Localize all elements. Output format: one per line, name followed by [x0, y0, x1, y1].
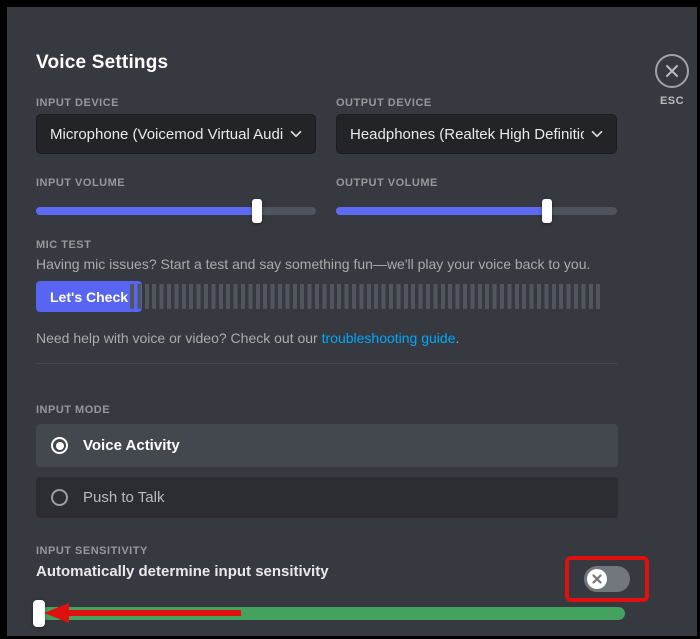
help-text-before: Need help with voice or video? Check out… — [36, 330, 322, 346]
close-button[interactable] — [655, 54, 689, 88]
output-volume-label: OUTPUT VOLUME — [336, 177, 438, 189]
annotation-highlight-rect — [565, 556, 649, 602]
radio-selected-icon — [51, 437, 68, 454]
input-mode-option-push-to-talk[interactable]: Push to Talk — [36, 477, 618, 518]
input-device-select[interactable]: Microphone (Voicemod Virtual Audio | — [36, 114, 316, 154]
slider-fill — [336, 207, 547, 215]
toggle-x-icon — [592, 574, 602, 584]
help-text: Need help with voice or video? Check out… — [36, 330, 459, 346]
auto-sensitivity-label: Automatically determine input sensitivit… — [36, 563, 329, 580]
input-device-value: Microphone (Voicemod Virtual Audio | — [50, 126, 283, 143]
section-divider — [36, 363, 618, 364]
radio-unselected-icon — [51, 489, 68, 506]
mic-test-label: MIC TEST — [36, 239, 91, 251]
mode-option-label: Voice Activity — [83, 437, 180, 454]
output-device-value: Headphones (Realtek High Definition / — [350, 126, 584, 143]
input-mode-label: INPUT MODE — [36, 404, 110, 416]
input-volume-label: INPUT VOLUME — [36, 177, 125, 189]
close-icon — [665, 64, 679, 78]
mic-test-description: Having mic issues? Start a test and say … — [36, 256, 590, 272]
help-text-after: . — [456, 330, 460, 346]
input-mode-option-voice-activity[interactable]: Voice Activity — [36, 424, 618, 467]
slider-fill — [36, 207, 257, 215]
chevron-down-icon — [287, 125, 305, 143]
output-device-select[interactable]: Headphones (Realtek High Definition / — [336, 114, 617, 154]
input-volume-slider[interactable] — [36, 207, 316, 215]
voice-settings-panel: Voice Settings ESC INPUT DEVICE OUTPUT D… — [7, 7, 697, 636]
mic-level-meter — [130, 284, 602, 309]
lets-check-button[interactable]: Let's Check — [36, 281, 142, 312]
esc-label: ESC — [651, 95, 693, 107]
auto-sensitivity-toggle[interactable] — [584, 566, 630, 592]
troubleshooting-guide-link[interactable]: troubleshooting guide — [322, 330, 456, 346]
input-volume-handle[interactable] — [252, 199, 262, 223]
page-title: Voice Settings — [36, 52, 168, 74]
output-volume-slider[interactable] — [336, 207, 617, 215]
output-device-label: OUTPUT DEVICE — [336, 97, 432, 109]
chevron-down-icon — [588, 125, 606, 143]
input-sensitivity-label: INPUT SENSITIVITY — [36, 545, 148, 557]
screenshot-frame: Voice Settings ESC INPUT DEVICE OUTPUT D… — [0, 0, 700, 639]
mode-option-label: Push to Talk — [83, 489, 164, 506]
input-device-label: INPUT DEVICE — [36, 97, 119, 109]
toggle-off-knob — [587, 569, 607, 589]
annotation-arrow-body — [65, 610, 241, 616]
output-volume-handle[interactable] — [542, 199, 552, 223]
